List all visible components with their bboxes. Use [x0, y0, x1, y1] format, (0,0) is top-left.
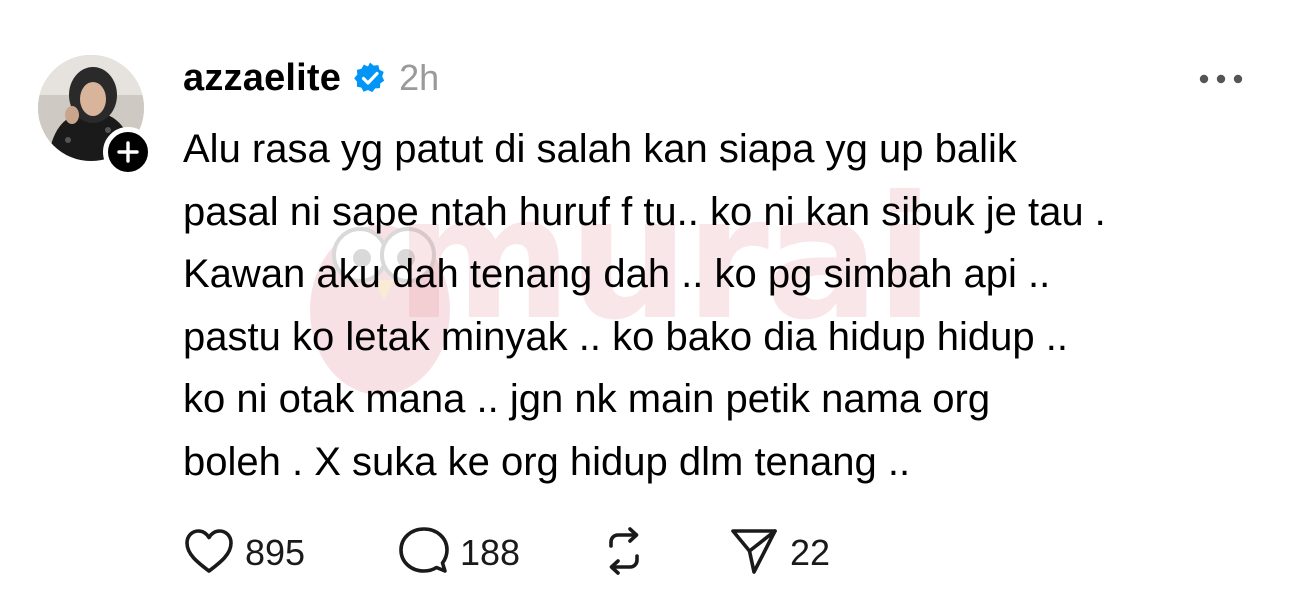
share-count: 22	[790, 532, 831, 573]
repost-button[interactable]	[598, 525, 728, 582]
post-text-line: ko ni otak mana .. jgn nk main petik nam…	[183, 377, 991, 421]
plus-icon	[117, 141, 139, 163]
post-text-line: Alu rasa yg patut di salah kan siapa yg …	[183, 127, 1017, 171]
follow-button[interactable]	[103, 127, 153, 177]
heart-icon	[183, 527, 235, 580]
post-header: azzaelite 2h	[183, 52, 439, 104]
post-timestamp: 2h	[399, 57, 440, 98]
repost-icon	[598, 525, 650, 582]
verified-badge-icon	[353, 61, 387, 95]
post-text-line: boleh . X suka ke org hidup dlm tenang .…	[183, 439, 911, 484]
comment-icon	[398, 525, 450, 582]
post-text-line: Kawan aku dah tenang dah .. ko pg simbah…	[183, 252, 1051, 296]
post-actions: 895 188 22	[183, 526, 830, 580]
post-text-line: pasal ni sape ntah huruf f tu.. ko ni ka…	[183, 189, 1106, 234]
thread-post: murai azzaelite 2h Alu rasa yg patut di …	[0, 0, 1290, 604]
like-count: 895	[245, 532, 306, 573]
post-text: Alu rasa yg patut di salah kan siapa yg …	[183, 118, 1263, 493]
reply-button[interactable]: 188	[398, 525, 598, 582]
post-text-line: pastu ko letak minyak .. ko bako dia hid…	[183, 314, 1068, 359]
send-icon	[728, 525, 780, 582]
like-button[interactable]: 895	[183, 527, 398, 580]
share-button[interactable]: 22	[728, 525, 830, 582]
more-options-button[interactable]	[1196, 64, 1246, 94]
avatar-container[interactable]	[38, 55, 153, 177]
username-link[interactable]: azzaelite	[183, 57, 341, 100]
more-horizontal-icon	[1199, 74, 1243, 84]
reply-count: 188	[460, 532, 521, 573]
